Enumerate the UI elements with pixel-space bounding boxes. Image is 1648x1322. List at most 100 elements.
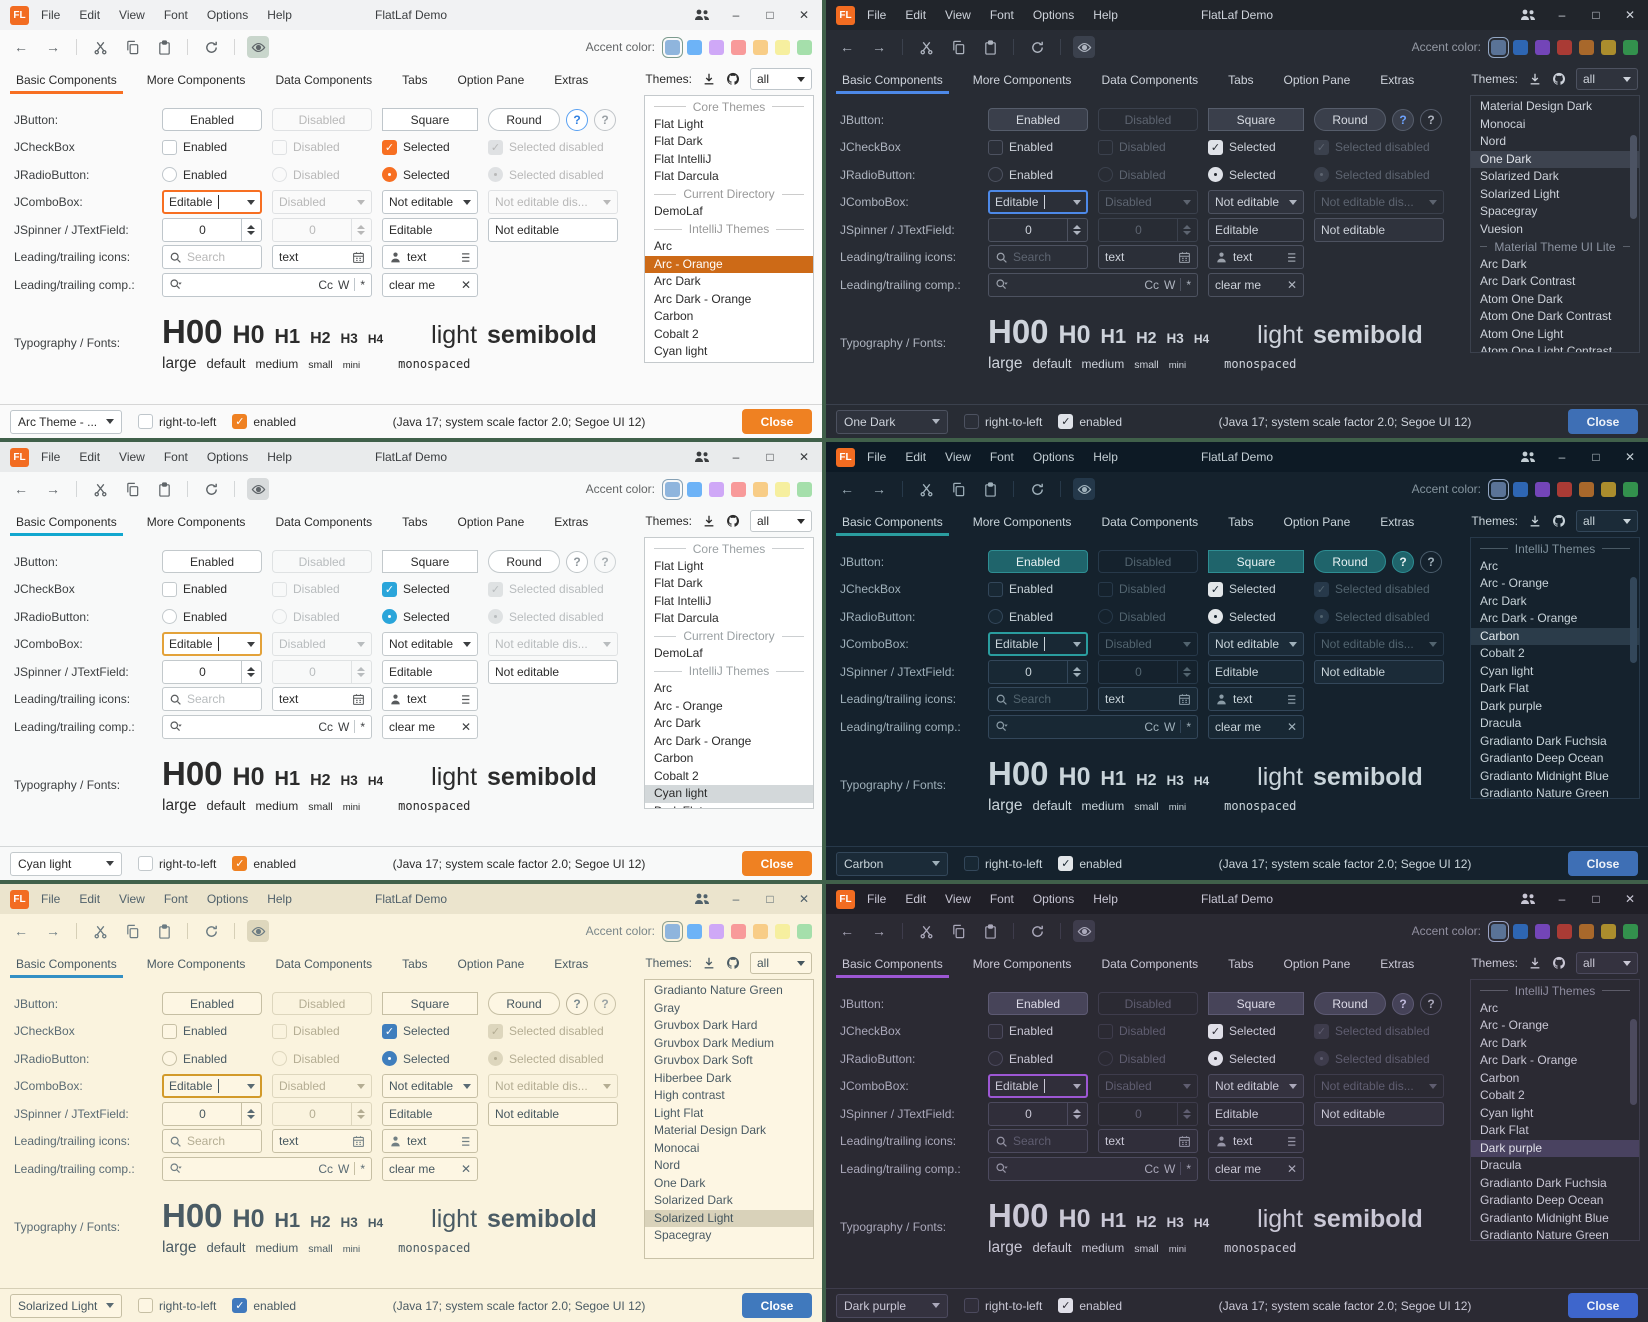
theme-list-item[interactable]: Cyan light — [1471, 1105, 1639, 1123]
menu-font[interactable]: Font — [164, 8, 188, 22]
close-window-button[interactable]: ✕ — [1622, 8, 1638, 22]
maximize-button[interactable]: □ — [762, 892, 778, 906]
theme-list-item[interactable]: Atom One Light Contrast — [1471, 343, 1639, 353]
cut-icon[interactable] — [89, 920, 111, 942]
accent-swatch-selected[interactable] — [1491, 924, 1506, 939]
menu-view[interactable]: View — [945, 8, 971, 22]
enabled-checkbox[interactable]: ✓enabled — [1058, 856, 1122, 871]
accent-swatch[interactable] — [1557, 924, 1572, 939]
whole-words-button[interactable]: W — [338, 1162, 349, 1176]
checkbox-box[interactable] — [988, 1024, 1003, 1039]
tab-extras[interactable]: Extras — [552, 73, 590, 94]
spinner-buttons[interactable] — [1067, 661, 1081, 683]
theme-list-item[interactable]: Cobalt 2 — [1471, 1087, 1639, 1105]
checkbox-selected[interactable]: ✓Selected — [1208, 582, 1304, 597]
tab-basic-components[interactable]: Basic Components — [14, 957, 119, 978]
search-input[interactable]: Search — [162, 245, 262, 269]
help-button-secondary[interactable]: ? — [594, 993, 616, 1015]
radio-enabled[interactable]: Enabled — [988, 1051, 1088, 1066]
download-icon[interactable] — [1528, 956, 1542, 970]
tab-basic-components[interactable]: Basic Components — [840, 73, 945, 94]
paste-icon[interactable] — [979, 478, 1001, 500]
refresh-icon[interactable] — [200, 478, 222, 500]
theme-list-item[interactable]: Arc Dark — [645, 273, 813, 291]
spinner-buttons[interactable] — [241, 661, 255, 683]
back-icon[interactable]: ← — [10, 920, 32, 942]
theme-list-item[interactable]: Arc — [1471, 1000, 1639, 1018]
combobox-editable[interactable]: Editable — [162, 632, 262, 656]
cut-icon[interactable] — [915, 478, 937, 500]
menu-file[interactable]: File — [41, 8, 60, 22]
tab-tabs[interactable]: Tabs — [400, 957, 429, 978]
tab-tabs[interactable]: Tabs — [1226, 73, 1255, 94]
theme-list-item[interactable]: Hiberbee Dark — [645, 1070, 813, 1088]
tab-basic-components[interactable]: Basic Components — [14, 515, 119, 536]
theme-list-item[interactable]: Arc — [1471, 558, 1639, 576]
theme-list-item[interactable]: Atom One Light — [1471, 326, 1639, 344]
calendar-icon[interactable] — [352, 251, 365, 264]
close-button[interactable]: Close — [742, 409, 812, 434]
theme-list-item[interactable]: Carbon — [645, 750, 813, 768]
combobox-noneditable[interactable]: Not editable — [1208, 632, 1304, 656]
square-button[interactable]: Square — [1208, 108, 1304, 131]
theme-list-item[interactable]: Dark Flat — [645, 361, 813, 364]
regex-button[interactable]: * — [360, 720, 365, 734]
enabled-button[interactable]: Enabled — [162, 992, 262, 1015]
theme-list-item[interactable]: Gradianto Midnight Blue — [1471, 1210, 1639, 1228]
theme-list-item[interactable]: Arc Dark - Orange — [645, 733, 813, 751]
users-icon[interactable] — [694, 892, 710, 906]
copy-icon[interactable] — [947, 36, 969, 58]
combobox-noneditable[interactable]: Not editable — [382, 632, 478, 656]
square-button[interactable]: Square — [382, 550, 478, 573]
radio-selected[interactable]: Selected — [1208, 167, 1304, 182]
checkbox-selected[interactable]: ✓Selected — [1208, 140, 1304, 155]
github-icon[interactable] — [726, 956, 740, 970]
accent-swatch[interactable] — [731, 924, 746, 939]
theme-list-item[interactable]: DemoLaf — [645, 203, 813, 221]
back-icon[interactable]: ← — [836, 920, 858, 942]
tab-tabs[interactable]: Tabs — [400, 515, 429, 536]
clear-me-input[interactable]: clear me ✕ — [382, 1157, 478, 1181]
menu-options[interactable]: Options — [207, 892, 248, 906]
combobox-editable[interactable]: Editable — [988, 1074, 1088, 1098]
accent-swatch[interactable] — [753, 40, 768, 55]
clear-me-input[interactable]: clear me ✕ — [382, 715, 478, 739]
tab-extras[interactable]: Extras — [552, 957, 590, 978]
theme-list-item[interactable]: Arc - Orange — [645, 698, 813, 716]
back-icon[interactable]: ← — [836, 36, 858, 58]
tab-option-pane[interactable]: Option Pane — [1282, 957, 1353, 978]
square-button[interactable]: Square — [1208, 550, 1304, 573]
checkbox-box-checked[interactable]: ✓ — [1208, 140, 1223, 155]
regex-button[interactable]: * — [1186, 1162, 1191, 1176]
theme-list-item[interactable]: Gradianto Nature Green — [645, 982, 813, 1000]
checkbox-enabled[interactable]: Enabled — [162, 1024, 262, 1039]
checkbox-enabled[interactable]: Enabled — [988, 582, 1088, 597]
spinner[interactable]: 0 — [988, 660, 1088, 684]
radio-selected[interactable]: Selected — [382, 1051, 478, 1066]
menu-help[interactable]: Help — [267, 892, 292, 906]
theme-list-item[interactable]: Flat IntelliJ — [645, 593, 813, 611]
menu-view[interactable]: View — [119, 892, 145, 906]
accent-swatch[interactable] — [775, 924, 790, 939]
refresh-icon[interactable] — [200, 36, 222, 58]
checkbox-selected[interactable]: ✓Selected — [1208, 1024, 1304, 1039]
help-button-secondary[interactable]: ? — [1420, 551, 1442, 573]
combobox-editable[interactable]: Editable — [162, 1074, 262, 1098]
close-window-button[interactable]: ✕ — [796, 892, 812, 906]
accent-swatch[interactable] — [1623, 924, 1638, 939]
forward-icon[interactable]: → — [868, 920, 890, 942]
date-input[interactable]: text — [1098, 245, 1198, 269]
clear-icon[interactable]: ✕ — [1287, 278, 1297, 292]
square-button[interactable]: Square — [382, 108, 478, 131]
theme-list-item[interactable]: Gray — [645, 1000, 813, 1018]
search-input[interactable]: Search — [162, 1129, 262, 1153]
menu-edit[interactable]: Edit — [79, 450, 100, 464]
show-hidden-eye-toggle[interactable] — [1073, 478, 1095, 500]
radio-enabled[interactable]: Enabled — [162, 1051, 262, 1066]
textfield-editable[interactable]: Editable — [382, 1102, 478, 1126]
radio-enabled[interactable]: Enabled — [988, 609, 1088, 624]
square-button[interactable]: Square — [1208, 992, 1304, 1015]
search-match-input[interactable]: Cc W * — [988, 273, 1198, 297]
github-icon[interactable] — [726, 514, 740, 528]
theme-list-item[interactable]: Dark Flat — [1471, 680, 1639, 698]
